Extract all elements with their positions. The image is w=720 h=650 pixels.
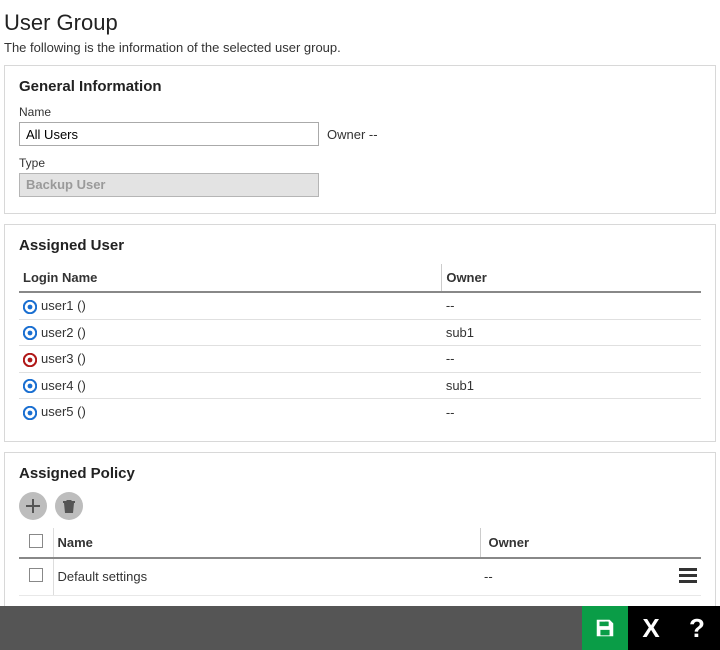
help-button[interactable]: ?	[674, 606, 720, 650]
help-icon: ?	[689, 615, 705, 641]
assigned-user-title: Assigned User	[19, 237, 701, 254]
user-login: user4 ()	[41, 378, 86, 393]
row-menu-icon[interactable]	[679, 565, 697, 586]
select-all-checkbox[interactable]	[29, 534, 43, 548]
policy-name: Default settings	[53, 558, 480, 596]
delete-policy-button[interactable]	[55, 492, 83, 520]
save-icon	[594, 617, 616, 639]
user-login: user1 ()	[41, 298, 86, 313]
trash-icon	[62, 499, 76, 513]
user-icon	[23, 379, 37, 393]
col-login-name[interactable]: Login Name	[19, 264, 442, 292]
general-info-panel: General Information Name Owner -- Type B…	[4, 65, 716, 214]
col-policy-name[interactable]: Name	[53, 528, 480, 558]
footer-bar: X ?	[0, 606, 720, 650]
type-readonly: Backup User	[19, 173, 319, 197]
assigned-user-table: Login Name Owner user1 ()--user2 ()sub1u…	[19, 264, 701, 425]
user-icon	[23, 406, 37, 420]
table-row[interactable]: user1 () --	[19, 292, 701, 319]
user-owner: sub1	[442, 372, 701, 399]
user-owner: --	[442, 399, 701, 425]
table-row[interactable]: Default settings--	[19, 558, 701, 596]
table-row[interactable]: user2 () sub1	[19, 319, 701, 346]
row-checkbox[interactable]	[29, 568, 43, 582]
user-owner: sub1	[442, 319, 701, 346]
assigned-policy-table: Name Owner Default settings--	[19, 528, 701, 596]
type-label: Type	[19, 156, 701, 170]
assigned-user-panel: Assigned User Login Name Owner user1 () -…	[4, 224, 716, 442]
add-policy-button[interactable]	[19, 492, 47, 520]
name-input[interactable]	[19, 122, 319, 146]
col-owner[interactable]: Owner	[442, 264, 701, 292]
save-button[interactable]	[582, 606, 628, 650]
close-button[interactable]: X	[628, 606, 674, 650]
user-login: user2 ()	[41, 325, 86, 340]
policy-owner: --	[480, 558, 671, 596]
user-owner: --	[442, 346, 701, 373]
page-subtitle: The following is the information of the …	[4, 40, 716, 55]
user-icon	[23, 353, 37, 367]
col-checkbox	[19, 528, 53, 558]
user-icon	[23, 326, 37, 340]
close-icon: X	[642, 615, 659, 641]
owner-label: Owner --	[327, 127, 378, 142]
general-info-title: General Information	[19, 78, 701, 95]
table-row[interactable]: user4 () sub1	[19, 372, 701, 399]
user-icon	[23, 300, 37, 314]
assigned-policy-title: Assigned Policy	[19, 465, 701, 482]
assigned-policy-panel: Assigned Policy Name Owner	[4, 452, 716, 613]
user-login: user5 ()	[41, 404, 86, 419]
user-owner: --	[442, 292, 701, 319]
page-title: User Group	[4, 10, 716, 36]
name-label: Name	[19, 105, 701, 119]
table-row[interactable]: user3 () --	[19, 346, 701, 373]
plus-icon	[26, 499, 40, 513]
user-login: user3 ()	[41, 351, 86, 366]
col-policy-owner[interactable]: Owner	[480, 528, 671, 558]
table-row[interactable]: user5 () --	[19, 399, 701, 425]
